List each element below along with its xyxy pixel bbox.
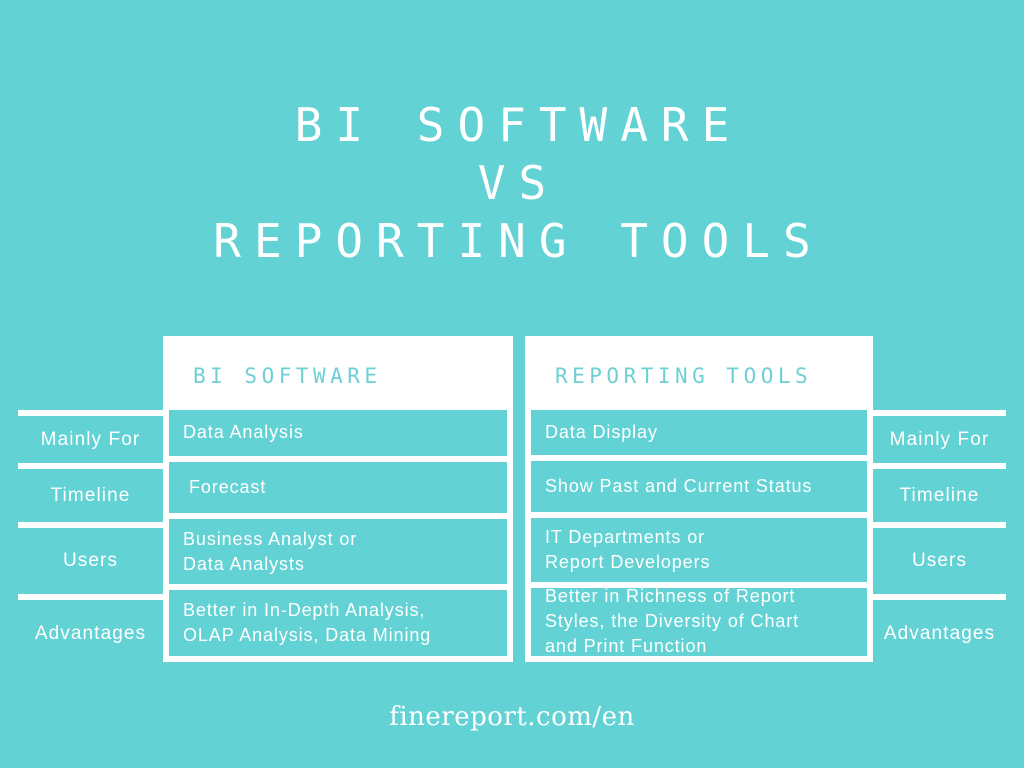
- right-row-label-mainly-for: Mainly For: [873, 410, 1006, 463]
- cell-rt-timeline: Show Past and Current Status: [531, 461, 867, 513]
- left-row-label-users: Users: [18, 522, 163, 594]
- left-row-label-column: Mainly For Timeline Users Advantages: [18, 336, 163, 662]
- cell-line: Data Display: [545, 422, 658, 443]
- left-row-label-mainly-for: Mainly For: [18, 410, 163, 463]
- cell-line: Styles, the Diversity of Chart: [545, 611, 800, 632]
- cell-line: Show Past and Current Status: [545, 476, 813, 497]
- cell-line: IT Departments or: [545, 527, 706, 548]
- cell-bi-timeline: Forecast: [169, 461, 507, 514]
- right-row-label-timeline: Timeline: [873, 463, 1006, 522]
- cell-line: Report Developers: [545, 552, 711, 573]
- right-row-label-column: Mainly For Timeline Users Advantages: [873, 336, 1006, 662]
- card-header-bi-software: BI SOFTWARE: [169, 342, 507, 410]
- comparison-table: Mainly For Timeline Users Advantages BI …: [0, 336, 1024, 662]
- right-row-label-users: Users: [873, 522, 1006, 594]
- right-label-spacer: [873, 336, 1006, 410]
- left-row-label-timeline: Timeline: [18, 463, 163, 522]
- cell-line: Forecast: [189, 477, 267, 498]
- title-line-3: REPORTING TOOLS: [213, 214, 824, 268]
- card-reporting-tools: REPORTING TOOLS Data Display Show Past a…: [525, 336, 873, 662]
- infographic-poster: BI SOFTWARE VS REPORTING TOOLS Mainly Fo…: [0, 0, 1024, 768]
- card-rows-reporting-tools: Data Display Show Past and Current Statu…: [531, 410, 867, 656]
- cell-line: Better in Richness of Report: [545, 586, 796, 607]
- page-title: BI SOFTWARE VS REPORTING TOOLS: [0, 96, 1024, 270]
- cell-line: Data Analysis: [183, 422, 304, 443]
- left-row-label-advantages: Advantages: [18, 594, 163, 668]
- right-row-label-advantages: Advantages: [873, 594, 1006, 668]
- cell-line: Better in In-Depth Analysis,: [183, 599, 426, 620]
- cell-bi-users: Business Analyst or Data Analysts: [169, 519, 507, 584]
- card-title-bi-software: BI SOFTWARE: [193, 364, 382, 388]
- cell-rt-users: IT Departments or Report Developers: [531, 518, 867, 582]
- cell-bi-mainly-for: Data Analysis: [169, 410, 507, 456]
- cell-line: Business Analyst or: [183, 528, 358, 549]
- cell-bi-advantages: Better in In-Depth Analysis, OLAP Analys…: [169, 589, 507, 656]
- cell-rt-mainly-for: Data Display: [531, 410, 867, 456]
- footer-url: finereport.com/en: [389, 702, 635, 732]
- cell-rt-advantages: Better in Richness of Report Styles, the…: [531, 586, 867, 657]
- left-label-spacer: [18, 336, 163, 410]
- title-line-1: BI SOFTWARE: [294, 98, 743, 152]
- cell-line: Data Analysts: [183, 553, 305, 574]
- card-title-reporting-tools: REPORTING TOOLS: [555, 364, 813, 388]
- card-rows-bi-software: Data Analysis Forecast Business Analyst …: [169, 410, 507, 656]
- cell-line: OLAP Analysis, Data Mining: [183, 624, 432, 645]
- cell-line: and Print Function: [545, 636, 708, 657]
- card-bi-software: BI SOFTWARE Data Analysis Forecast Busin…: [163, 336, 513, 662]
- card-header-reporting-tools: REPORTING TOOLS: [531, 342, 867, 410]
- title-line-2: VS: [477, 156, 560, 210]
